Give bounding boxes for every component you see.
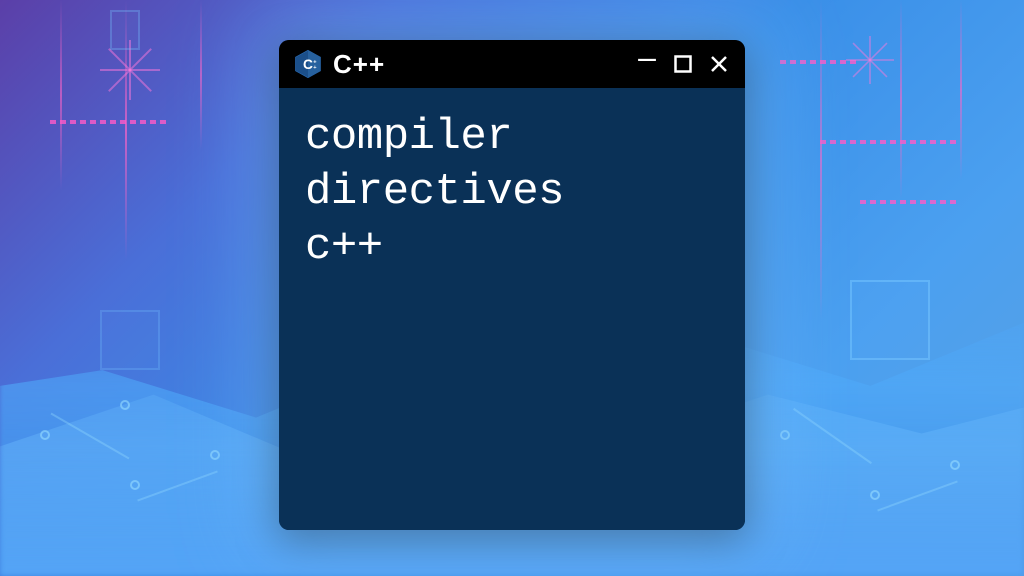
close-button[interactable] (707, 52, 731, 76)
terminal-window: C + + C++ – compiler directives c++ (279, 40, 745, 530)
svg-text:C: C (303, 57, 313, 72)
terminal-body: compiler directives c++ (279, 88, 745, 530)
cpp-logo-icon: C + + (293, 49, 323, 79)
code-line-2: directives (305, 165, 719, 220)
maximize-button[interactable] (671, 52, 695, 76)
window-controls: – (635, 52, 731, 76)
code-line-1: compiler (305, 110, 719, 165)
window-title: C++ (333, 49, 385, 80)
window-titlebar[interactable]: C + + C++ – (279, 40, 745, 88)
code-line-3: c++ (305, 220, 719, 275)
minimize-button[interactable]: – (635, 45, 659, 69)
